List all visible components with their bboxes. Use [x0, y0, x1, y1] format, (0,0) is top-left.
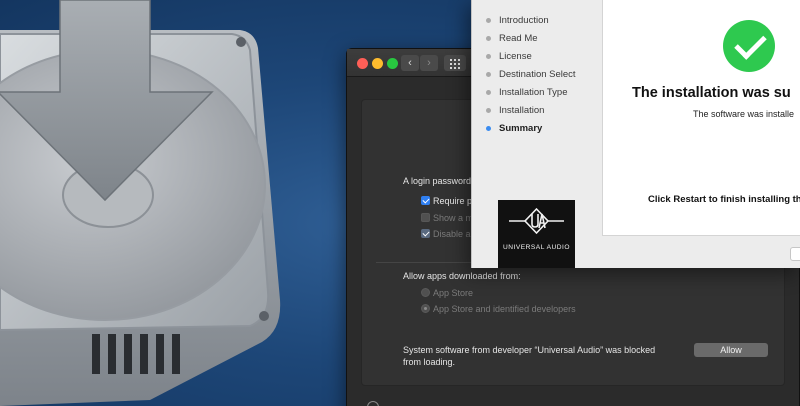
install-success-heading: The installation was su: [632, 85, 791, 101]
identified-developers-radio[interactable]: [421, 304, 430, 313]
back-chevron-icon[interactable]: ‹: [401, 55, 419, 71]
require-password-checkbox[interactable]: [421, 196, 430, 205]
app-store-label: App Store: [433, 288, 474, 298]
step-installation: Installation: [499, 105, 545, 116]
step-summary: Summary: [499, 123, 543, 134]
allow-apps-heading: Allow apps downloaded from:: [403, 271, 521, 281]
step-destination-select: Destination Select: [499, 69, 576, 80]
identified-developers-label: App Store and identified developers: [433, 304, 576, 314]
blocked-message-line2: from loading.: [403, 357, 456, 367]
step-introduction: Introduction: [499, 15, 549, 26]
show-message-label: Show a m: [433, 213, 474, 223]
success-checkmark-icon: [723, 20, 775, 72]
forward-chevron-icon[interactable]: ›: [420, 55, 438, 71]
zoom-button[interactable]: [387, 58, 398, 69]
step-license: License: [499, 51, 532, 62]
installer-steps-sidebar: Introduction Read Me License Destination…: [472, 0, 602, 268]
step-bullet-current: [486, 126, 491, 131]
step-bullet: [486, 18, 491, 23]
allow-button[interactable]: Allow: [694, 343, 768, 357]
blocked-message-line1: System software from developer “Universa…: [403, 345, 656, 355]
close-button[interactable]: [357, 58, 368, 69]
require-password-label: Require p: [433, 196, 473, 206]
disable-auto-login-label: Disable a: [433, 229, 471, 239]
show-message-checkbox[interactable]: [421, 213, 430, 222]
hard-disk-icon: [0, 0, 281, 406]
step-read-me: Read Me: [499, 33, 538, 44]
app-store-radio[interactable]: [421, 288, 430, 297]
restart-instruction: Click Restart to finish installing th: [648, 194, 800, 205]
disable-auto-login-checkbox[interactable]: [421, 229, 430, 238]
universal-audio-logo-text: UNIVERSAL AUDIO: [503, 244, 570, 251]
login-password-heading: A login password: [403, 176, 472, 186]
restart-button[interactable]: [790, 247, 800, 261]
installer-window: Introduction Read Me License Destination…: [471, 0, 800, 268]
step-bullet: [486, 36, 491, 41]
minimize-button[interactable]: [372, 58, 383, 69]
show-all-grid-icon[interactable]: [444, 55, 466, 71]
step-bullet: [486, 90, 491, 95]
step-bullet: [486, 54, 491, 59]
step-bullet: [486, 72, 491, 77]
ua-emblem-icon: [509, 207, 564, 235]
lock-icon[interactable]: [367, 401, 379, 406]
universal-audio-logo: UNIVERSAL AUDIO: [498, 200, 575, 268]
installer-summary-panel: The installation was su The software was…: [602, 0, 800, 236]
step-installation-type: Installation Type: [499, 87, 568, 98]
install-success-subtext: The software was installe: [693, 109, 795, 119]
step-bullet: [486, 108, 491, 113]
